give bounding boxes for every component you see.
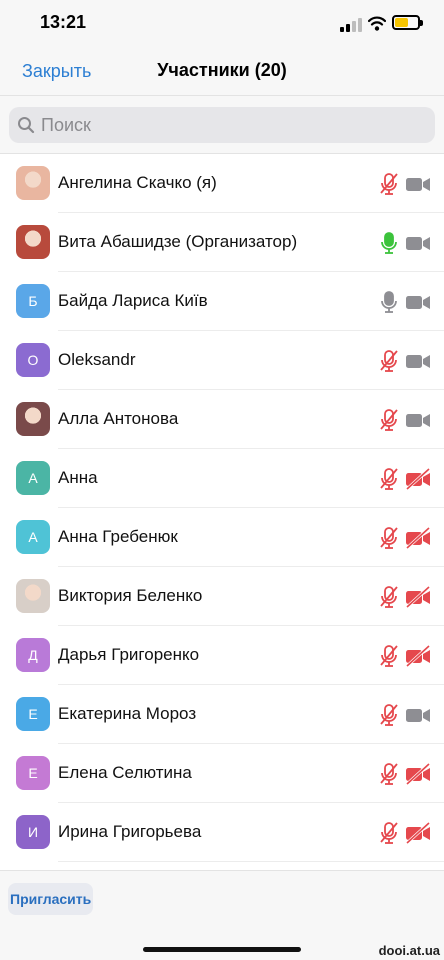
participant-name: Анна	[58, 468, 98, 487]
cellular-signal-icon	[340, 16, 364, 32]
video-camera-off-icon[interactable]	[405, 762, 431, 786]
microphone-muted-icon[interactable]	[378, 526, 400, 550]
participant-name: Вита Абашидзе (Организатор)	[58, 232, 298, 251]
participant-row[interactable]: А Анна	[0, 449, 444, 508]
microphone-muted-icon[interactable]	[378, 408, 400, 432]
watermark: dooi.at.ua	[378, 943, 440, 958]
participant-row[interactable]: Виктория Беленко	[0, 567, 444, 626]
participant-name: Дарья Григоренко	[58, 645, 200, 664]
header: Закрыть Участники (20)	[0, 46, 444, 96]
participant-name: Байда Лариса Київ	[58, 291, 208, 310]
participant-row[interactable]: Е Елена Селютина	[0, 744, 444, 803]
video-camera-off-icon[interactable]	[405, 526, 431, 550]
search-bar	[0, 96, 444, 154]
video-camera-off-icon[interactable]	[405, 585, 431, 609]
search-input[interactable]	[41, 107, 421, 143]
participant-name: Ирина Григорьева	[58, 822, 202, 841]
avatar: O	[16, 343, 50, 377]
participant-row[interactable]: Б Байда Лариса Київ	[0, 272, 444, 331]
microphone-icon[interactable]	[378, 231, 400, 255]
microphone-muted-icon[interactable]	[378, 821, 400, 845]
avatar-photo	[16, 166, 50, 200]
microphone-muted-icon[interactable]	[378, 703, 400, 727]
participant-row[interactable]: Алла Антонова	[0, 390, 444, 449]
avatar: Е	[16, 756, 50, 790]
video-camera-icon[interactable]	[405, 172, 431, 196]
participant-name: Елена Селютина	[58, 763, 192, 782]
microphone-muted-icon[interactable]	[378, 467, 400, 491]
microphone-muted-icon[interactable]	[378, 172, 400, 196]
avatar: А	[16, 520, 50, 554]
row-divider	[58, 861, 444, 862]
microphone-muted-icon[interactable]	[378, 585, 400, 609]
avatar: И	[16, 815, 50, 849]
video-camera-icon[interactable]	[405, 349, 431, 373]
video-camera-icon[interactable]	[405, 231, 431, 255]
participant-row[interactable]: И Ирина Григорьева	[0, 803, 444, 862]
search-box[interactable]	[9, 107, 435, 143]
participant-row[interactable]: Ангелина Скачко (я)	[0, 154, 444, 213]
participant-name: Анна Гребенюк	[58, 527, 178, 546]
avatar: Б	[16, 284, 50, 318]
status-time: 13:21	[40, 12, 87, 32]
avatar: А	[16, 461, 50, 495]
participant-row[interactable]: Е Екатерина Мороз	[0, 685, 444, 744]
invite-button[interactable]: Пригласить	[8, 883, 94, 915]
microphone-muted-icon[interactable]	[378, 349, 400, 373]
participant-row[interactable]: Вита Абашидзе (Организатор)	[0, 213, 444, 272]
avatar-photo	[16, 579, 50, 613]
video-camera-off-icon[interactable]	[405, 821, 431, 845]
page-title: Участники (20)	[157, 60, 287, 80]
participants-list: Ангелина Скачко (я) Вита Абашидзе (Органи…	[0, 154, 444, 870]
status-bar: 13:21	[0, 0, 444, 46]
video-camera-icon[interactable]	[405, 703, 431, 727]
participant-row[interactable]: O Oleksandr	[0, 331, 444, 390]
avatar: Е	[16, 697, 50, 731]
video-camera-icon[interactable]	[405, 408, 431, 432]
participant-name: Алла Антонова	[58, 409, 179, 428]
participant-row[interactable]: Д Дарья Григоренко	[0, 626, 444, 685]
microphone-muted-icon[interactable]	[378, 762, 400, 786]
video-camera-icon[interactable]	[405, 290, 431, 314]
microphone-muted-icon[interactable]	[378, 644, 400, 668]
search-icon	[18, 117, 35, 134]
avatar-photo	[16, 402, 50, 436]
wifi-icon	[368, 16, 386, 31]
avatar: Д	[16, 638, 50, 672]
video-camera-off-icon[interactable]	[405, 467, 431, 491]
participant-name: Oleksandr	[58, 350, 136, 369]
avatar-photo	[16, 225, 50, 259]
home-indicator	[143, 947, 301, 952]
participant-name: Екатерина Мороз	[58, 704, 197, 723]
bottom-bar: Пригласить dooi.at.ua	[0, 870, 444, 960]
microphone-icon[interactable]	[378, 290, 400, 314]
participant-row[interactable]: А Анна Гребенюк	[0, 508, 444, 567]
video-camera-off-icon[interactable]	[405, 644, 431, 668]
participant-name: Ангелина Скачко (я)	[58, 173, 217, 192]
participant-name: Виктория Беленко	[58, 586, 203, 605]
battery-icon	[392, 15, 423, 30]
